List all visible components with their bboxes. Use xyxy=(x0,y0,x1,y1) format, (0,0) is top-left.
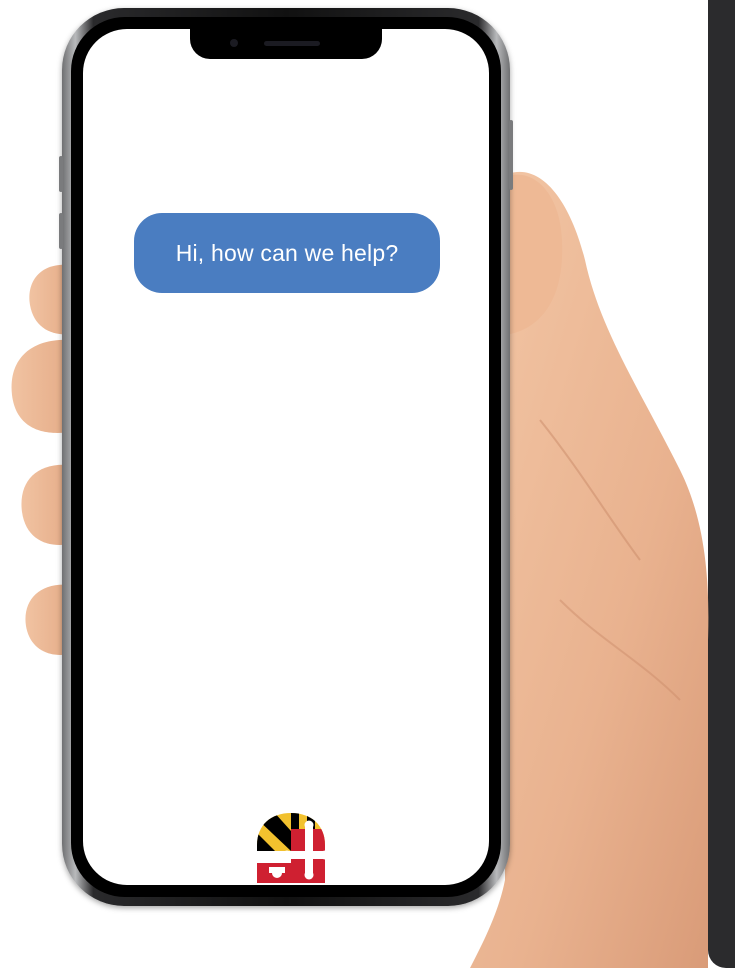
scene: Hi, how can we help? xyxy=(0,0,735,968)
chat-message: Hi, how can we help? xyxy=(175,239,399,266)
chat-bubble-body: Hi, how can we help? xyxy=(134,213,440,293)
phone-device: Hi, how can we help? xyxy=(59,8,513,906)
chat-bubble: Hi, how can we help? xyxy=(134,213,450,301)
phone-bezel: Hi, how can we help? xyxy=(71,17,501,897)
volume-button xyxy=(59,213,63,249)
maryland-flag-icon xyxy=(257,813,325,883)
phone-notch xyxy=(190,29,382,59)
power-button xyxy=(509,120,513,190)
speaker-grille xyxy=(264,41,320,46)
camera-icon xyxy=(230,39,238,47)
volume-button xyxy=(59,156,63,192)
phone-screen: Hi, how can we help? xyxy=(83,29,489,885)
